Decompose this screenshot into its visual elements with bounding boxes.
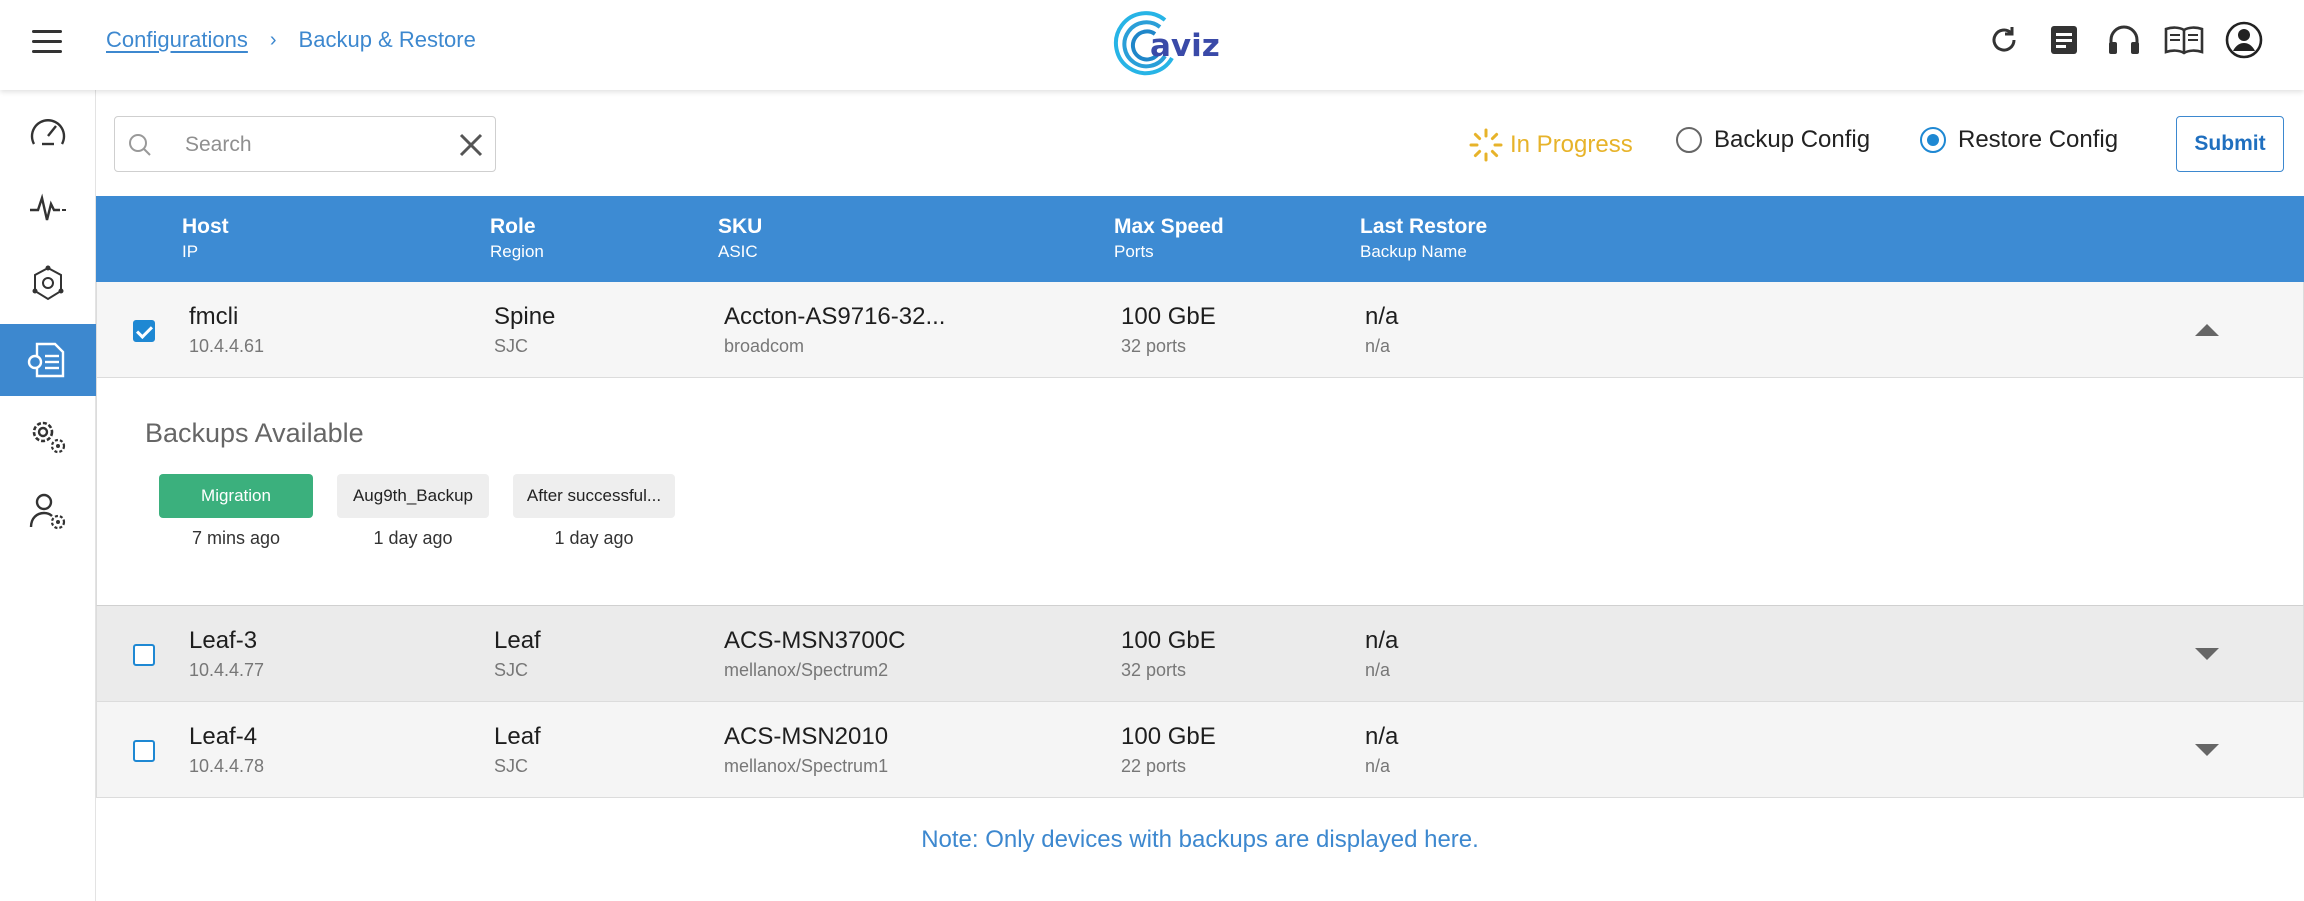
- column-header-host[interactable]: Host IP: [182, 214, 229, 264]
- backup-item: After successful... 1 day ago: [513, 474, 675, 549]
- table-row[interactable]: Leaf-4 10.4.4.78 Leaf SJC ACS-MSN2010 me…: [96, 702, 2304, 798]
- collapse-arrow-icon[interactable]: [2195, 324, 2219, 336]
- backups-note: Note: Only devices with backups are disp…: [921, 826, 1479, 853]
- account-icon[interactable]: [2224, 20, 2264, 60]
- backup-age: 7 mins ago: [191, 528, 281, 548]
- search-input[interactable]: [185, 129, 415, 161]
- sidebar-item-configurations[interactable]: [0, 324, 96, 396]
- column-header-sku[interactable]: SKU ASIC: [718, 214, 762, 264]
- host-cell: fmcli 10.4.4.61: [189, 303, 265, 356]
- last-restore-cell: n/a n/a: [1365, 723, 1399, 776]
- table-row[interactable]: fmcli 10.4.4.61 Spine SJC Accton-AS9716-…: [96, 282, 2304, 378]
- restore-config-label: Restore Config: [1958, 126, 2119, 153]
- sidebar: [0, 90, 96, 901]
- host-cell: Leaf-4 10.4.4.78: [189, 723, 265, 776]
- headset-icon[interactable]: [2104, 20, 2144, 60]
- sku-cell: Accton-AS9716-32... broadcom: [724, 303, 946, 356]
- table-header: Host IP Role Region SKU ASIC Max Speed P…: [96, 196, 2304, 282]
- backup-chip-aug9th[interactable]: Aug9th_Backup: [337, 474, 489, 518]
- host-cell: Leaf-3 10.4.4.77: [189, 627, 265, 680]
- sidebar-item-dashboard[interactable]: [0, 96, 96, 168]
- restore-config-radio[interactable]: Restore Config: [1920, 126, 2118, 154]
- sidebar-item-users[interactable]: [0, 476, 96, 548]
- backup-chip-migration[interactable]: Migration: [159, 474, 313, 518]
- aviz-logo: aviz: [1110, 8, 1220, 78]
- user-settings-icon: [29, 493, 66, 530]
- backup-config-label: Backup Config: [1714, 126, 1871, 153]
- column-header-last-restore[interactable]: Last Restore Backup Name: [1360, 214, 1487, 264]
- config-file-icon: [27, 342, 65, 378]
- clear-search-icon[interactable]: [455, 129, 487, 161]
- speed-cell: 100 GbE 32 ports: [1121, 627, 1216, 680]
- notes-icon[interactable]: [2044, 20, 2084, 60]
- row-checkbox[interactable]: [133, 320, 155, 342]
- search-icon: [129, 134, 151, 156]
- sku-cell: ACS-MSN3700C mellanox/Spectrum2: [724, 627, 906, 680]
- role-cell: Leaf SJC: [494, 627, 541, 680]
- progress-status: In Progress: [1468, 127, 1633, 163]
- search-box: [114, 116, 496, 172]
- backup-item: Migration 7 mins ago: [159, 474, 313, 549]
- expand-arrow-icon[interactable]: [2195, 744, 2219, 756]
- sku-cell: ACS-MSN2010 mellanox/Spectrum1: [724, 723, 889, 776]
- top-header: Configurations › Backup & Restore aviz: [0, 0, 2304, 90]
- breadcrumb: Configurations › Backup & Restore: [106, 27, 476, 53]
- breadcrumb-current: Backup & Restore: [298, 27, 476, 52]
- devices-table: Host IP Role Region SKU ASIC Max Speed P…: [96, 196, 2304, 798]
- backups-panel: Backups Available Migration 7 mins ago A…: [96, 378, 2304, 606]
- role-cell: Spine SJC: [494, 303, 556, 356]
- chevron-right-icon: ›: [269, 28, 277, 51]
- column-header-max-speed[interactable]: Max Speed Ports: [1114, 214, 1224, 264]
- sidebar-item-monitoring[interactable]: [0, 172, 96, 244]
- backup-config-radio[interactable]: Backup Config: [1676, 126, 1870, 154]
- sidebar-item-topology[interactable]: [0, 248, 96, 320]
- backup-chip-after-successful[interactable]: After successful...: [513, 474, 675, 518]
- expand-arrow-icon[interactable]: [2195, 648, 2219, 660]
- topology-icon: [32, 265, 64, 301]
- row-checkbox[interactable]: [133, 740, 155, 762]
- pulse-icon: [30, 193, 66, 221]
- spinner-icon: [1469, 128, 1503, 162]
- breadcrumb-configurations-link[interactable]: Configurations: [106, 27, 248, 53]
- submit-button[interactable]: Submit: [2176, 116, 2284, 172]
- backups-title: Backups Available: [145, 418, 364, 448]
- column-header-role[interactable]: Role Region: [490, 214, 544, 264]
- backup-age: 1 day ago: [554, 528, 634, 548]
- backup-age: 1 day ago: [373, 528, 453, 548]
- book-icon[interactable]: [2164, 20, 2204, 60]
- header-actions: [1984, 20, 2264, 60]
- sidebar-item-settings[interactable]: [0, 400, 96, 472]
- last-restore-cell: n/a n/a: [1365, 627, 1399, 680]
- table-row[interactable]: Leaf-3 10.4.4.77 Leaf SJC ACS-MSN3700C m…: [96, 606, 2304, 702]
- refresh-icon[interactable]: [1984, 20, 2024, 60]
- backup-config-radio-circle[interactable]: [1676, 127, 1702, 153]
- dashboard-icon: [30, 119, 66, 146]
- role-cell: Leaf SJC: [494, 723, 541, 776]
- row-checkbox[interactable]: [133, 644, 155, 666]
- status-label: In Progress: [1510, 131, 1633, 158]
- speed-cell: 100 GbE 22 ports: [1121, 723, 1216, 776]
- restore-config-radio-circle[interactable]: [1920, 127, 1946, 153]
- speed-cell: 100 GbE 32 ports: [1121, 303, 1216, 356]
- backup-item: Aug9th_Backup 1 day ago: [337, 474, 489, 549]
- settings-gears-icon: [32, 421, 66, 454]
- menu-icon[interactable]: [32, 30, 62, 54]
- logo-text: aviz: [1150, 28, 1220, 64]
- last-restore-cell: n/a n/a: [1365, 303, 1399, 356]
